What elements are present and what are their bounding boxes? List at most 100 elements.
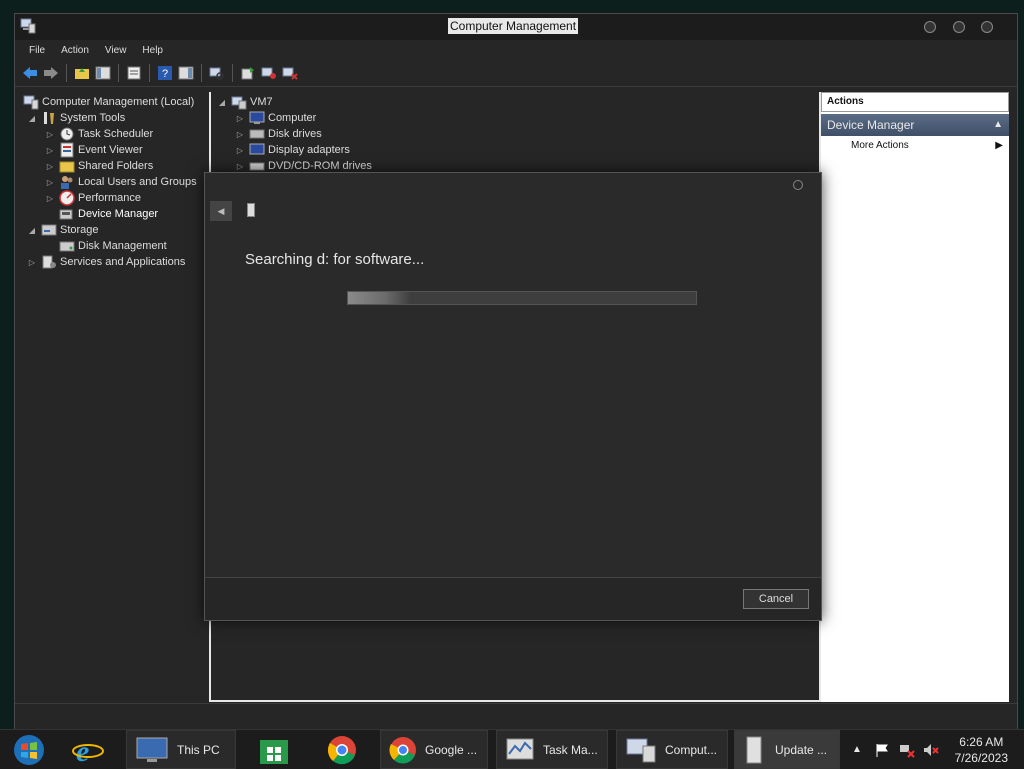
dialog-title-bar[interactable] (205, 173, 821, 201)
task-manager-icon (506, 738, 534, 759)
tree-item-event-viewer[interactable]: ▷ Event Viewer (45, 142, 143, 158)
menu-file[interactable]: File (21, 45, 53, 56)
title-bar[interactable]: Computer Management (15, 14, 1017, 40)
minimize-button[interactable] (924, 21, 936, 33)
chevron-right-icon[interactable]: ▷ (27, 258, 37, 267)
network-icon[interactable] (898, 730, 916, 769)
dialog-back-button[interactable]: ◀ (210, 201, 232, 221)
tree-label: DVD/CD-ROM drives (268, 160, 372, 172)
menu-view[interactable]: View (97, 45, 135, 56)
chrome-button[interactable] (322, 730, 362, 769)
taskbar-label: This PC (177, 742, 220, 757)
dialog-footer: Cancel (205, 577, 821, 620)
taskbar-label: Google ... (425, 742, 478, 757)
taskbar-task-manager[interactable]: Task Ma... (496, 730, 608, 769)
start-orb-icon (14, 734, 44, 765)
show-hide-action-pane-icon[interactable] (177, 64, 195, 82)
more-actions-link[interactable]: More Actions ▶ (821, 136, 1009, 156)
chevron-right-icon[interactable]: ▷ (235, 162, 245, 171)
chevron-down-icon[interactable]: ◢ (217, 98, 227, 107)
tree-item-device-manager[interactable]: Device Manager (59, 206, 158, 222)
menu-action[interactable]: Action (53, 45, 97, 56)
users-icon (59, 174, 75, 190)
clock[interactable]: 6:26 AM 7/26/2023 (955, 734, 1008, 766)
properties-icon[interactable] (125, 64, 143, 82)
taskbar-google[interactable]: Google ... (380, 730, 488, 769)
device-category-computer[interactable]: ▷ Computer (235, 110, 316, 126)
system-tools-icon (41, 110, 57, 126)
toolbar-separator (149, 64, 150, 82)
services-icon (41, 254, 57, 270)
scan-hardware-icon[interactable] (208, 64, 226, 82)
tree-item-root[interactable]: Computer Management (Local) (23, 94, 194, 110)
device-category-display-adapters[interactable]: ▷ Display adapters (235, 142, 350, 158)
tree-item-system-tools[interactable]: ◢ System Tools (27, 110, 125, 126)
storage-icon (41, 222, 57, 238)
clock-icon (59, 126, 75, 142)
chevron-right-icon[interactable]: ▷ (45, 178, 55, 187)
taskbar: e This PC Google ... Task Ma... Comput..… (0, 729, 1024, 769)
store-button[interactable] (254, 730, 294, 769)
internet-explorer-button[interactable]: e (68, 730, 108, 769)
help-icon[interactable]: ? (156, 64, 174, 82)
cancel-button[interactable]: Cancel (743, 589, 809, 609)
tree-item-storage[interactable]: ◢ Storage (27, 222, 99, 238)
computer-icon (231, 94, 247, 110)
actions-device-manager[interactable]: Device Manager ▲ (821, 114, 1009, 136)
store-icon (260, 739, 288, 764)
back-arrow-icon[interactable] (21, 64, 39, 82)
show-hide-tree-icon[interactable] (94, 64, 112, 82)
tree-item-task-scheduler[interactable]: ▷ Task Scheduler (45, 126, 153, 142)
taskbar-label: Task Ma... (543, 742, 598, 757)
device-icon (247, 203, 255, 217)
chevron-right-icon[interactable]: ▷ (235, 130, 245, 139)
up-folder-icon[interactable] (73, 64, 91, 82)
disk-management-icon (59, 238, 75, 254)
show-hidden-icons-button[interactable]: ▲ (850, 730, 864, 769)
status-bar (15, 703, 1017, 730)
uninstall-device-icon[interactable] (281, 64, 299, 82)
tree-label: VM7 (250, 96, 273, 108)
start-button[interactable] (6, 730, 52, 769)
update-driver-icon[interactable] (239, 64, 257, 82)
progress-fill (348, 292, 411, 304)
tree-item-services[interactable]: ▷ Services and Applications (27, 254, 185, 270)
chevron-down-icon[interactable]: ◢ (27, 226, 37, 235)
tree-item-performance[interactable]: ▷ Performance (45, 190, 141, 206)
chevron-right-icon[interactable]: ▷ (235, 146, 245, 155)
menu-bar: File Action View Help (15, 40, 1017, 60)
toolbar-separator (66, 64, 67, 82)
chevron-right-icon[interactable]: ▷ (45, 130, 55, 139)
dialog-close-button[interactable] (793, 180, 803, 190)
toolbar-separator (118, 64, 119, 82)
device-tree-root[interactable]: ◢ VM7 (217, 94, 273, 110)
tree-label: Task Scheduler (78, 128, 154, 140)
tree-item-shared-folders[interactable]: ▷ Shared Folders (45, 158, 153, 174)
device-manager-icon (59, 206, 75, 222)
chevron-right-icon[interactable]: ▷ (45, 194, 55, 203)
collapse-icon[interactable]: ▲ (993, 114, 1003, 136)
device-category-disk-drives[interactable]: ▷ Disk drives (235, 126, 322, 142)
chevron-right-icon[interactable]: ▷ (235, 114, 245, 123)
chevron-right-icon[interactable]: ▷ (45, 146, 55, 155)
chrome-icon (327, 735, 356, 764)
forward-arrow-icon[interactable] (42, 64, 60, 82)
taskbar-update[interactable]: Update ... (734, 730, 840, 769)
chevron-down-icon[interactable]: ◢ (27, 114, 37, 123)
tree-item-disk-management[interactable]: Disk Management (59, 238, 167, 254)
volume-icon[interactable] (922, 730, 940, 769)
close-button[interactable] (981, 21, 993, 33)
taskbar-this-pc[interactable]: This PC (126, 730, 236, 769)
tree-label: Disk drives (268, 128, 322, 140)
tree-label: Local Users and Groups (78, 176, 197, 188)
maximize-button[interactable] (953, 21, 965, 33)
taskbar-computer-management[interactable]: Comput... (616, 730, 728, 769)
disable-device-icon[interactable] (260, 64, 278, 82)
chevron-up-icon: ▲ (852, 744, 862, 755)
menu-help[interactable]: Help (134, 45, 171, 56)
tree-item-local-users[interactable]: ▷ Local Users and Groups (45, 174, 197, 190)
chevron-right-icon[interactable]: ▷ (45, 162, 55, 171)
action-center-icon[interactable] (874, 730, 890, 769)
shared-folder-icon (59, 158, 75, 174)
device-icon (746, 736, 762, 763)
